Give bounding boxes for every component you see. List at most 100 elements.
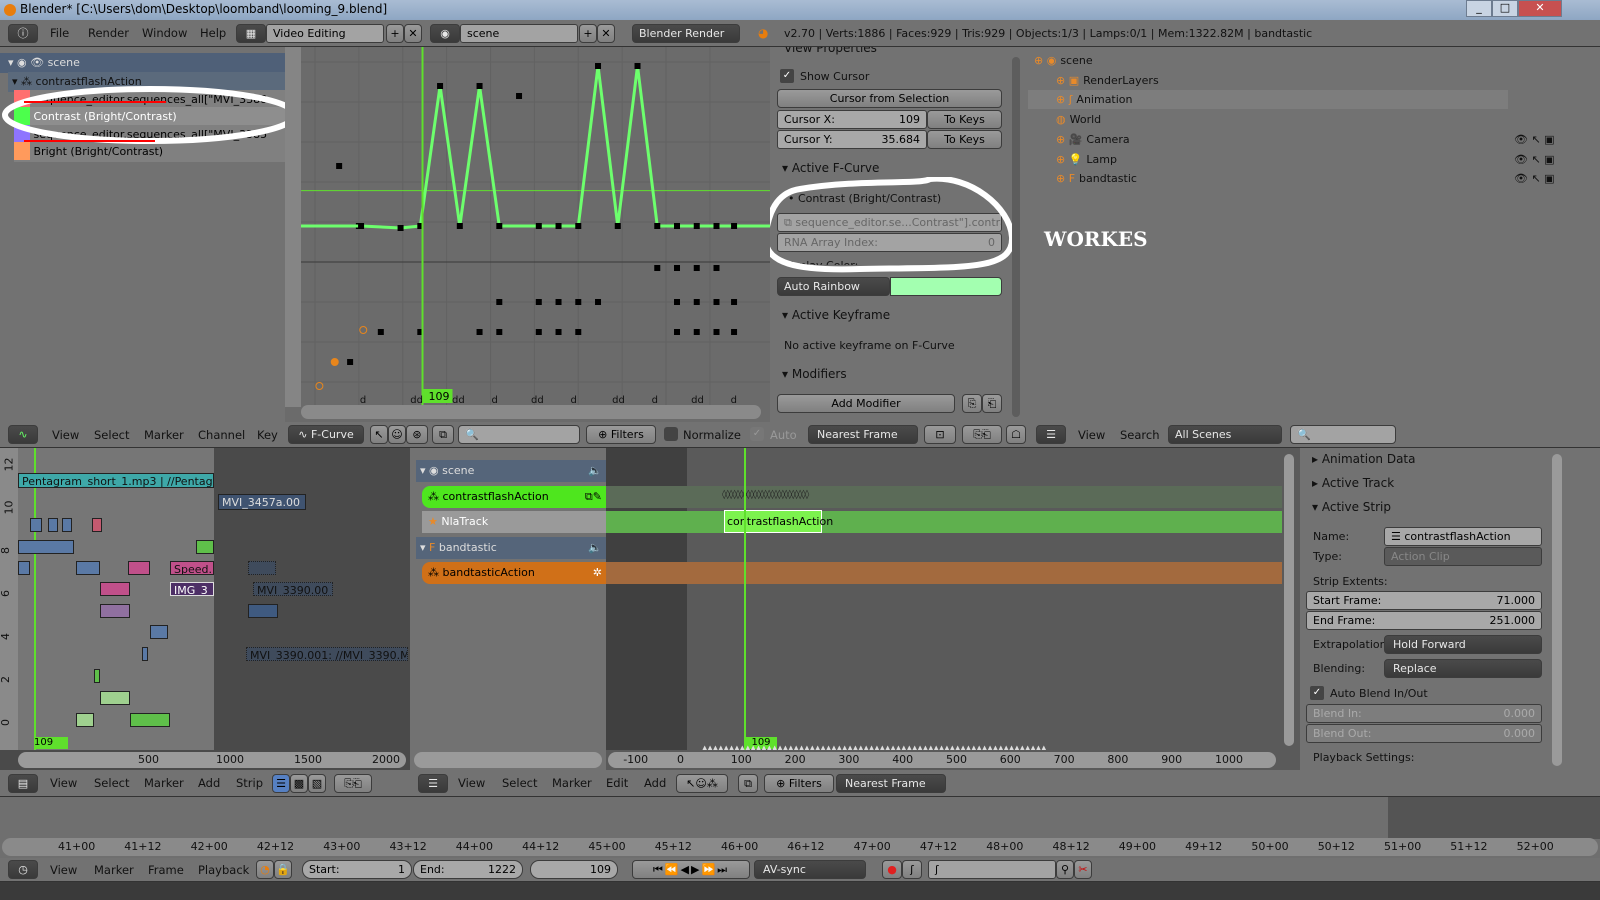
- sound-strip[interactable]: Pentagram_short_1.mp3 | //Pentagram: [18, 473, 214, 488]
- include-missing-icon[interactable]: ⧉: [738, 774, 758, 793]
- visibility-icons[interactable]: 👁 ↖ ▣: [1514, 169, 1555, 188]
- filters-button[interactable]: ⊕ Filters: [586, 425, 656, 444]
- keyframe-point[interactable]: [575, 329, 582, 335]
- keyframe-point[interactable]: [516, 93, 523, 99]
- effect-strip[interactable]: [128, 561, 150, 575]
- copy-paste-strips-icon[interactable]: ⎘⎗: [334, 774, 372, 793]
- menu-marker[interactable]: Marker: [94, 863, 134, 877]
- outliner-item[interactable]: ⊕ ◉ scene: [1028, 51, 1508, 70]
- sequencer-horizontal-scrollbar[interactable]: [18, 752, 406, 768]
- nla-filter-icons[interactable]: ↖☺⁂: [676, 774, 728, 793]
- keyframe-point[interactable]: [555, 329, 562, 335]
- screen-layout-field[interactable]: Video Editing: [266, 24, 384, 43]
- menu-select[interactable]: Select: [94, 428, 129, 442]
- strip-name-field[interactable]: ☰ contrastflashAction: [1384, 527, 1542, 546]
- marker[interactable]: dd: [410, 395, 423, 406]
- keyframe-point[interactable]: [330, 358, 339, 366]
- speed-strip[interactable]: Speed.: [170, 561, 214, 575]
- show-cursor-checkbox[interactable]: ✓: [780, 69, 794, 83]
- keyframe-point[interactable]: [358, 223, 365, 229]
- outliner-item[interactable]: ⊕ 💡 Lamp: [1028, 150, 1508, 169]
- animation-data-header[interactable]: ▸ Animation Data: [1312, 452, 1416, 466]
- keyframe-point[interactable]: [359, 326, 368, 334]
- menu-view[interactable]: View: [50, 863, 77, 877]
- menu-view[interactable]: View: [1078, 428, 1105, 442]
- keyframe-point[interactable]: [693, 223, 700, 229]
- keyframe-point[interactable]: [496, 299, 503, 305]
- image-strip[interactable]: [130, 713, 170, 727]
- image-strip[interactable]: [100, 691, 130, 705]
- properties-scrollbar[interactable]: [1012, 57, 1020, 417]
- menu-select[interactable]: Select: [502, 776, 537, 790]
- movie-strip[interactable]: [18, 561, 30, 575]
- fcurve-graph[interactable]: 6080100120140160180200220240100806040200…: [285, 47, 770, 422]
- show-hidden-icon[interactable]: ☺: [388, 425, 406, 444]
- movie-strip[interactable]: [142, 647, 148, 661]
- keyframe-point[interactable]: [555, 223, 562, 229]
- view-both-icon[interactable]: ▧: [308, 774, 326, 793]
- active-keyframe-header[interactable]: ▾ Active Keyframe: [782, 308, 890, 322]
- keyframe-point[interactable]: [731, 223, 738, 229]
- keyframe-point[interactable]: [437, 83, 444, 89]
- playback-controls[interactable]: ⏮⏪◀▶⏩⏭: [632, 860, 750, 879]
- only-errors-icon[interactable]: ⊛: [406, 425, 428, 444]
- menu-file[interactable]: File: [50, 26, 69, 40]
- extrapolation-dropdown[interactable]: Hold Forward: [1384, 635, 1542, 654]
- keyframe-point[interactable]: [674, 299, 681, 305]
- cursor-y-field[interactable]: Cursor Y: 35.684: [777, 130, 927, 149]
- graph-editor-type-icon[interactable]: ∿: [8, 425, 38, 444]
- delete-keyframe-icon[interactable]: ✂: [1074, 860, 1092, 879]
- nla-channel-scene[interactable]: ▾ ◉ scene 🔈: [416, 460, 606, 482]
- keyframe-point[interactable]: [713, 223, 720, 229]
- auto-blend-checkbox[interactable]: ✓: [1310, 686, 1324, 700]
- keying-set-field[interactable]: ʃ: [928, 860, 1056, 879]
- outliner-search-input[interactable]: 🔍: [1290, 425, 1396, 444]
- keyframe-point[interactable]: [674, 223, 681, 229]
- movie-strip[interactable]: [76, 561, 100, 575]
- curve-color-swatch[interactable]: [890, 277, 1002, 296]
- keyframe-point[interactable]: [535, 223, 542, 229]
- push-down-action-icon[interactable]: ✲: [593, 562, 606, 584]
- current-frame-field[interactable]: 109: [530, 860, 618, 879]
- end-frame-field[interactable]: End Frame: 251.000: [1306, 611, 1542, 630]
- end-frame-field[interactable]: End: 1222: [413, 860, 523, 879]
- keyframe-point[interactable]: [315, 382, 324, 390]
- outliner-editor-type-icon[interactable]: ☰: [1036, 425, 1066, 444]
- keyframe-point[interactable]: [634, 63, 641, 69]
- start-frame-field[interactable]: Start Frame: 71.000: [1306, 591, 1542, 610]
- keyframe-point[interactable]: [713, 329, 720, 335]
- blend-in-field[interactable]: Blend In: 0.000: [1306, 704, 1542, 723]
- marker[interactable]: d: [491, 395, 497, 406]
- effect-strip[interactable]: [100, 604, 130, 618]
- effect-strip[interactable]: [92, 518, 102, 532]
- menu-channel[interactable]: Channel: [198, 428, 245, 442]
- active-strip-header[interactable]: ▾ Active Strip: [1312, 500, 1391, 514]
- movie-strip[interactable]: [62, 518, 72, 532]
- keyframe-point[interactable]: [654, 223, 661, 229]
- copy-paste-keys-icon[interactable]: ⎘⎗: [962, 425, 1002, 444]
- blend-out-field[interactable]: Blend Out: 0.000: [1306, 724, 1542, 743]
- mute-speaker-icon[interactable]: 🔈: [588, 537, 606, 559]
- keyframe-point[interactable]: [595, 299, 602, 305]
- keying-icon[interactable]: ʃ: [902, 860, 922, 879]
- insert-keyframe-icon[interactable]: ⚲: [1056, 860, 1074, 879]
- movie-strip[interactable]: [18, 540, 74, 554]
- keyframe-point[interactable]: [693, 299, 700, 305]
- marker[interactable]: dd: [452, 395, 465, 406]
- scene-field[interactable]: scene: [460, 24, 578, 43]
- nla-vertical-scrollbar[interactable]: [1284, 454, 1294, 746]
- keyframe-point[interactable]: [674, 265, 681, 271]
- channel-search-input[interactable]: 🔍: [458, 425, 580, 444]
- menu-add[interactable]: Add: [198, 776, 220, 790]
- menu-render[interactable]: Render: [88, 26, 129, 40]
- sync-mode-dropdown[interactable]: AV-sync: [754, 860, 866, 879]
- remove-scene-button[interactable]: ✕: [597, 24, 615, 43]
- keyframe-point[interactable]: [377, 329, 384, 335]
- fcurve-line[interactable]: [360, 65, 735, 230]
- menu-select[interactable]: Select: [94, 776, 129, 790]
- scene-icon[interactable]: ◉: [430, 24, 460, 43]
- visibility-icons[interactable]: 👁 ↖ ▣: [1514, 150, 1555, 169]
- render-engine-dropdown[interactable]: Blender Render: [632, 24, 740, 43]
- movie-strip[interactable]: [248, 561, 276, 575]
- nla-editor-type-icon[interactable]: ☰: [418, 774, 448, 793]
